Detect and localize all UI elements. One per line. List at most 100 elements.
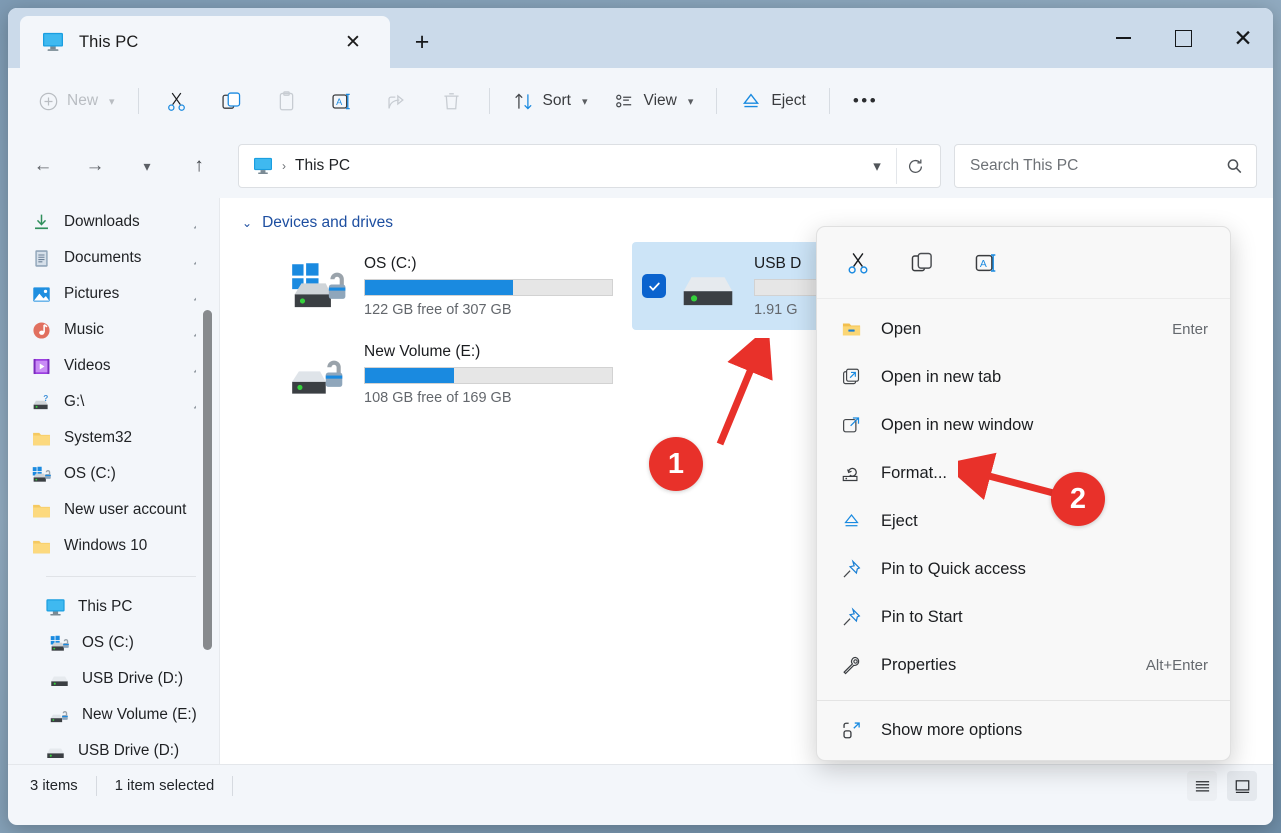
sidebar-item-os-c[interactable]: OS (C:) <box>8 625 220 661</box>
large-icons-view-button[interactable] <box>1227 771 1257 801</box>
menu-item-open-in-new-tab[interactable]: Open in new tab <box>817 353 1230 401</box>
sidebar-item-os-c[interactable]: OS (C:) <box>8 456 220 492</box>
details-view-button[interactable] <box>1187 771 1217 801</box>
menu-item-open[interactable]: Open Enter <box>817 305 1230 353</box>
drive-tile[interactable]: OS (C:) 122 GB free of 307 GB <box>242 242 632 330</box>
navigation-bar: ← → ▾ ↑ › This PC ▾ Search This PC <box>8 134 1273 198</box>
context-cut-button[interactable] <box>839 244 877 282</box>
pictures-icon <box>32 286 50 302</box>
scrollbar-thumb[interactable] <box>203 310 212 650</box>
menu-item-label: Open in new tab <box>881 367 1002 386</box>
cut-button[interactable] <box>149 81 204 121</box>
folder-icon <box>30 536 52 556</box>
new-window-icon <box>842 416 859 432</box>
back-button[interactable]: ← <box>24 147 62 185</box>
menu-item-label: Properties <box>881 655 957 674</box>
search-input[interactable]: Search This PC <box>970 157 1225 175</box>
videos-icon <box>30 356 52 376</box>
pin-icon <box>839 605 863 629</box>
menu-item-label: Open <box>881 319 922 338</box>
sidebar-item-new-user-account[interactable]: New user account <box>8 492 220 528</box>
breadcrumb[interactable]: This PC <box>295 157 350 175</box>
chevron-down-icon[interactable]: ⌄ <box>242 216 252 230</box>
tab-this-pc[interactable]: This PC ✕ <box>20 16 390 68</box>
sidebar-scrollbar[interactable] <box>196 198 220 764</box>
window-controls: ✕ <box>1093 8 1273 68</box>
more-options-button[interactable]: ••• <box>840 81 891 121</box>
sidebar-item-new-volume-e[interactable]: New Volume (E:) <box>8 697 220 733</box>
refresh-icon <box>908 158 923 173</box>
refresh-button[interactable] <box>896 148 934 184</box>
sidebar-item-documents[interactable]: Documents <box>8 240 220 276</box>
sidebar-item-system32[interactable]: System32 <box>8 420 220 456</box>
forward-button[interactable]: → <box>76 147 114 185</box>
view-button[interactable]: View ▾ <box>601 81 707 121</box>
context-menu-toolbar: A <box>817 227 1230 299</box>
menu-item-open-in-new-window[interactable]: Open in new window <box>817 401 1230 449</box>
delete-button[interactable] <box>424 81 479 121</box>
eject-icon <box>843 513 859 526</box>
sidebar-item-videos[interactable]: Videos <box>8 348 220 384</box>
copy-button[interactable] <box>204 81 259 121</box>
documents-icon <box>30 248 52 268</box>
menu-item-properties[interactable]: Properties Alt+Enter <box>817 641 1230 689</box>
paste-button[interactable] <box>259 81 314 121</box>
search-box[interactable]: Search This PC <box>954 144 1257 188</box>
sidebar-item-label: New user account <box>64 501 187 518</box>
tab-title: This PC <box>79 32 139 51</box>
pictures-icon <box>30 284 52 304</box>
drive-unknown-icon: ? <box>30 392 52 412</box>
eject-icon <box>743 93 760 108</box>
menu-item-pin-to-start[interactable]: Pin to Start <box>817 593 1230 641</box>
search-icon[interactable] <box>1225 157 1244 176</box>
menu-item-label: Pin to Start <box>881 607 963 626</box>
capacity-bar-fill <box>365 279 514 295</box>
sidebar-item-windows-10[interactable]: Windows 10 <box>8 528 220 564</box>
selection-count: 1 item selected <box>114 778 215 794</box>
close-icon[interactable]: ✕ <box>340 29 366 55</box>
sidebar-item-g[interactable]: ? G:\ <box>8 384 220 420</box>
sidebar-item-usb-drive-d[interactable]: USB Drive (D:) <box>8 661 220 697</box>
sidebar-item-usb-drive-d[interactable]: USB Drive (D:) <box>8 733 220 764</box>
sidebar-item-music[interactable]: Music <box>8 312 220 348</box>
drive-capacity-text: 122 GB free of 307 GB <box>364 301 512 318</box>
music-icon <box>32 321 50 339</box>
sort-button[interactable]: Sort ▾ <box>500 81 601 121</box>
context-rename-button[interactable]: A <box>967 244 1005 282</box>
show-more-icon <box>839 718 863 742</box>
minimize-button[interactable] <box>1093 8 1153 68</box>
status-bar: 3 items 1 item selected <box>8 764 1273 807</box>
view-label: View <box>643 92 677 109</box>
selection-checkbox[interactable] <box>642 274 666 298</box>
sidebar-item-downloads[interactable]: Downloads <box>8 204 220 240</box>
drive-unknown-icon: ? <box>33 392 48 409</box>
new-button[interactable]: New ▾ <box>26 81 128 121</box>
menu-item-label: Open in new window <box>881 415 1034 434</box>
windows-drive-icon <box>30 464 52 484</box>
menu-item-pin-to-quick-access[interactable]: Pin to Quick access <box>817 545 1230 593</box>
share-button[interactable] <box>369 81 424 121</box>
eject-button[interactable]: Eject <box>727 81 818 121</box>
sidebar-item-pictures[interactable]: Pictures <box>8 276 220 312</box>
copy-icon <box>911 252 932 271</box>
svg-text:A: A <box>336 96 343 106</box>
menu-item-show-more-options[interactable]: Show more options <box>817 706 1230 754</box>
sidebar-item-this-pc[interactable]: This PC <box>8 589 220 625</box>
chevron-down-icon: ▾ <box>687 95 694 108</box>
copy-icon <box>221 91 240 109</box>
new-label: New <box>67 92 99 109</box>
maximize-button[interactable] <box>1153 8 1213 68</box>
recent-locations-button[interactable]: ▾ <box>128 147 166 185</box>
scissors-icon <box>848 252 868 274</box>
context-copy-button[interactable] <box>903 244 941 282</box>
new-tab-button[interactable]: + <box>407 28 437 56</box>
drive-tile[interactable]: New Volume (E:) 108 GB free of 169 GB <box>242 330 632 418</box>
rename-button[interactable]: A <box>314 81 369 121</box>
address-bar[interactable]: › This PC ▾ <box>238 144 941 188</box>
svg-text:?: ? <box>43 392 48 402</box>
folder-icon <box>32 540 50 553</box>
menu-item-accelerator: Alt+Enter <box>1145 656 1208 674</box>
window-close-button[interactable]: ✕ <box>1213 8 1273 68</box>
up-button[interactable]: ↑ <box>180 147 218 185</box>
address-dropdown-button[interactable]: ▾ <box>858 148 896 184</box>
